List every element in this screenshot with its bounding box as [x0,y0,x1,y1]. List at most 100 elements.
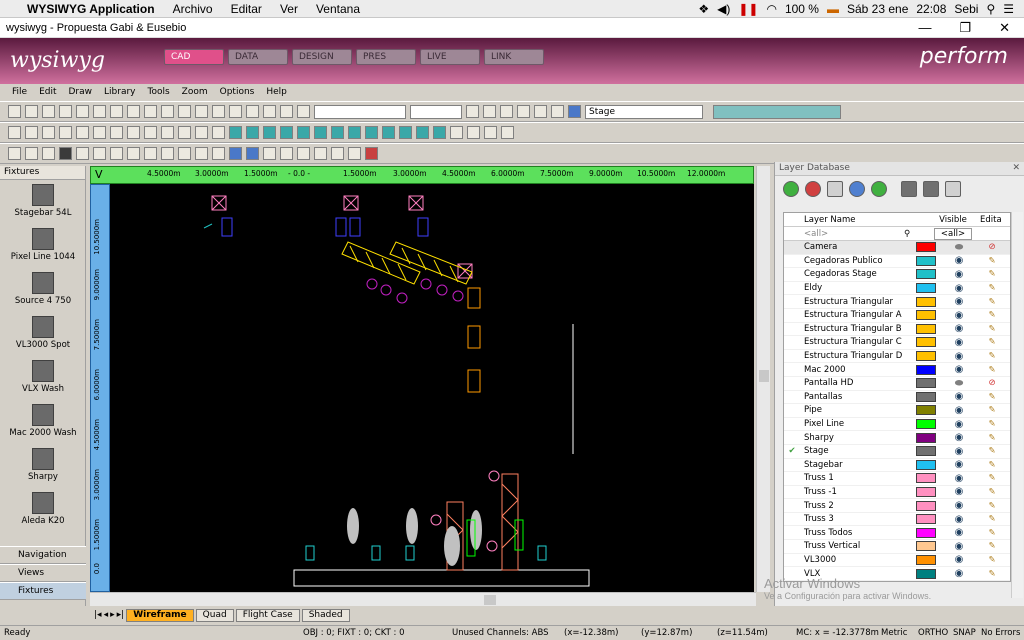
group-icon[interactable] [467,126,480,139]
sphere-icon[interactable] [297,126,310,139]
view-right-icon[interactable] [59,147,72,160]
app-menu[interactable]: WYSIWYG Application [18,2,164,16]
print-icon[interactable] [76,105,89,118]
layer-color-swatch[interactable] [916,514,936,525]
layer-color-swatch[interactable] [916,269,936,280]
zoom-in-icon[interactable] [229,147,242,160]
apply-check-icon[interactable] [871,181,887,197]
layer-props-icon[interactable] [827,181,843,197]
fixture-item[interactable]: Source 4 750 [0,268,86,312]
current-layer-check-icon[interactable]: ✔ [784,446,800,456]
layer-row[interactable]: Estructura Triangular B ◉ ✎ [784,323,1010,337]
visible-eye-icon[interactable]: ◉ [936,337,982,348]
layer-row[interactable]: Truss 2 ◉ ✎ [784,499,1010,513]
edit-pencil-icon[interactable]: ✎ [982,569,1002,579]
locked-icon[interactable]: ⊘ [982,242,1002,252]
scroll-thumb[interactable] [759,370,769,382]
menu-editar[interactable]: Editar [222,2,271,16]
select-color-icon[interactable] [263,105,276,118]
edit-pencil-icon[interactable]: ✎ [982,283,1002,293]
edit-pencil-icon[interactable]: ✎ [982,269,1002,279]
locked-icon[interactable]: ⊘ [982,378,1002,388]
plane-icon[interactable] [246,126,259,139]
edit-pencil-icon[interactable]: ✎ [982,528,1002,538]
select-lo-icon[interactable] [297,105,310,118]
layer-row[interactable]: Estructura Triangular D ◉ ✎ [784,350,1010,364]
close-window-button[interactable]: ✕ [999,20,1010,36]
view-front-icon[interactable] [8,147,21,160]
fixture-item[interactable]: VLX Wash [0,356,86,400]
layer-row[interactable]: Truss -1 ◉ ✎ [784,486,1010,500]
fixture-item[interactable]: Mac 2000 Wash [0,400,86,444]
edit-pencil-icon[interactable]: ✎ [982,297,1002,307]
tab-data[interactable]: DATA [228,49,288,65]
bold-icon[interactable] [466,105,479,118]
layer-color-swatch[interactable] [916,405,936,416]
property-icon[interactable] [93,105,106,118]
tab-link[interactable]: LINK [484,49,544,65]
fixture-item[interactable]: VL3000 Spot [0,312,86,356]
filter-dropdown-icon[interactable] [945,181,961,197]
status-ortho[interactable]: ORTHO [918,628,948,638]
hoist-icon[interactable] [433,126,446,139]
layer-row[interactable]: Mac 2000 ◉ ✎ [784,363,1010,377]
nav-navigation[interactable]: Navigation [0,546,86,564]
name-filter-input[interactable]: <all> [804,229,904,239]
edit-pencil-icon[interactable]: ✎ [982,310,1002,320]
layer-color-swatch[interactable] [916,323,936,334]
text-icon[interactable] [178,126,191,139]
fixture-item[interactable]: Sharpy [0,444,86,488]
layer-color-swatch[interactable] [916,419,936,430]
visible-eye-icon[interactable]: ◉ [936,283,982,294]
close-icon[interactable]: ✕ [1012,162,1020,175]
align-left-icon[interactable] [517,105,530,118]
color-select[interactable] [713,104,841,119]
layer-color-swatch[interactable] [916,459,936,470]
layer-color-swatch[interactable] [916,527,936,538]
open-icon[interactable] [25,105,38,118]
layer-color-swatch[interactable] [916,486,936,497]
circle-icon[interactable] [93,126,106,139]
snap-icon[interactable] [195,147,208,160]
visible-eye-icon[interactable]: ◉ [936,459,982,470]
menu-zoom[interactable]: Zoom [176,87,214,97]
visible-eye-icon[interactable]: ◉ [936,391,982,402]
col-layer-name[interactable]: Layer Name [804,215,926,225]
tab-live[interactable]: LIVE [420,49,480,65]
layer-color-swatch[interactable] [916,283,936,294]
arrow-line-icon[interactable] [59,126,72,139]
font-size-select[interactable] [410,104,462,119]
edit-pencil-icon[interactable]: ✎ [982,487,1002,497]
copy-icon[interactable] [110,105,123,118]
menu-edit[interactable]: Edit [33,87,62,97]
visible-eye-icon[interactable]: ◉ [936,500,982,511]
menu-library[interactable]: Library [98,87,141,97]
restore-button[interactable]: ❐ [959,20,971,36]
layer-color-swatch[interactable] [916,446,936,457]
tab-nav-prev-icon[interactable]: ◂ [104,610,109,620]
edit-pencil-icon[interactable]: ✎ [982,419,1002,429]
fixture-item[interactable]: Pixel Line 1044 [0,224,86,268]
viewport-vertical-scrollbar[interactable] [756,166,770,592]
fixture-item[interactable]: Stagebar 54L [0,180,86,224]
underline-icon[interactable] [500,105,513,118]
visible-eye-icon[interactable]: ◉ [936,405,982,416]
edit-pencil-icon[interactable]: ✎ [982,555,1002,565]
layer-row[interactable]: ✔ Stage ◉ ✎ [784,445,1010,459]
scroll-thumb[interactable] [484,595,496,605]
visible-eye-icon[interactable]: ◉ [936,446,982,457]
redo-icon[interactable] [178,105,191,118]
visible-eye-icon[interactable]: ◉ [936,527,982,538]
tab-design[interactable]: DESIGN [292,49,352,65]
layer-color-swatch[interactable] [916,296,936,307]
nav-fixtures[interactable]: Fixtures [0,582,86,600]
line-icon[interactable] [25,126,38,139]
zoom-out-icon[interactable] [246,147,259,160]
pipe-icon[interactable] [365,126,378,139]
time-label[interactable]: 22:08 [916,2,946,16]
tab-cad[interactable]: CAD [164,49,224,65]
cylinder-icon[interactable] [263,126,276,139]
col-visible[interactable]: Visible [926,215,980,225]
curve-icon[interactable] [76,126,89,139]
view-back-icon[interactable] [25,147,38,160]
